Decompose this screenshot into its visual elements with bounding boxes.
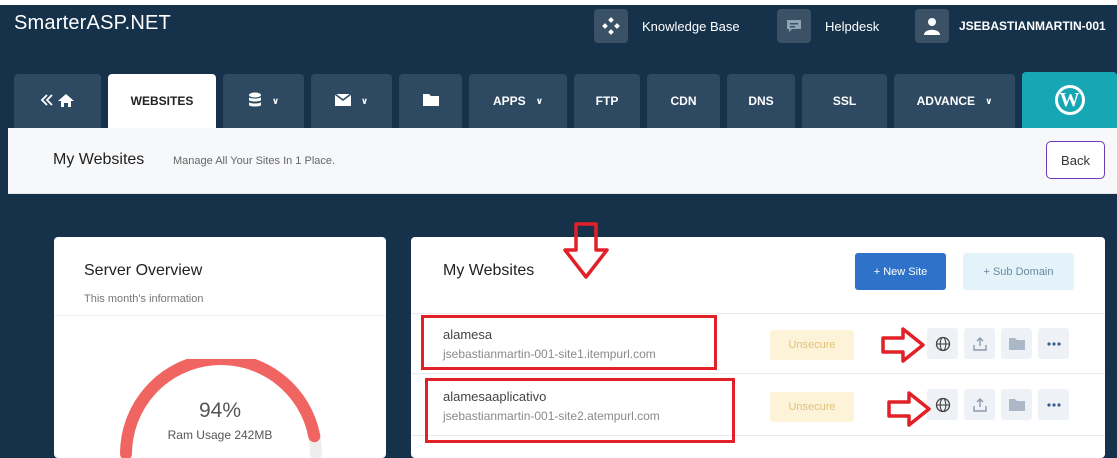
folder-icon <box>1008 399 1025 411</box>
tab-files[interactable] <box>399 74 462 128</box>
username-label: JSEBASTIANMARTIN-001 <box>959 19 1106 33</box>
page-subtitle: Manage All Your Sites In 1 Place. <box>173 155 336 167</box>
wordpress-icon: W <box>1054 85 1085 115</box>
knowledge-base-link[interactable]: Knowledge Base <box>594 8 740 44</box>
brand-logo[interactable]: SmarterASP.NET <box>14 12 171 35</box>
status-badge: Unsecure <box>770 330 854 360</box>
user-menu[interactable]: JSEBASTIANMARTIN-001 <box>915 8 1106 44</box>
tab-apps[interactable]: APPS ∨ <box>469 74 567 128</box>
divider <box>54 315 386 316</box>
chevron-down-icon: ∨ <box>985 95 993 106</box>
divider <box>411 373 1105 374</box>
server-overview-title: Server Overview <box>84 262 203 279</box>
globe-icon <box>935 336 950 351</box>
tab-wordpress[interactable]: W <box>1022 72 1117 128</box>
back-button[interactable]: Back <box>1046 141 1105 179</box>
envelope-icon <box>334 92 352 109</box>
more-icon <box>1046 402 1061 407</box>
tab-websites-label: WEBSITES <box>130 94 194 108</box>
tab-dns[interactable]: DNS <box>727 74 795 128</box>
upload-button[interactable] <box>964 389 995 420</box>
top-header: SmarterASP.NET Knowledge Base Helpdesk J… <box>0 0 1117 74</box>
tab-cdn-label: CDN <box>670 94 697 108</box>
right-arrow-annotation <box>881 327 925 363</box>
more-button[interactable] <box>1038 389 1069 420</box>
tab-ftp[interactable]: FTP <box>574 74 640 128</box>
globe-icon <box>935 397 950 412</box>
user-icon <box>915 9 949 43</box>
page-header: My Websites Manage All Your Sites In 1 P… <box>8 128 1117 194</box>
chevron-down-icon: ∨ <box>360 95 369 106</box>
more-icon <box>1046 341 1061 346</box>
right-arrow-annotation <box>887 391 931 427</box>
server-overview-subtitle: This month's information <box>84 293 204 305</box>
folder-icon <box>1008 338 1025 350</box>
chevron-down-icon: ∨ <box>271 95 280 106</box>
helpdesk-link[interactable]: Helpdesk <box>777 8 879 44</box>
annotation-box <box>425 378 735 443</box>
helpdesk-icon <box>777 9 811 43</box>
globe-button[interactable] <box>927 328 958 359</box>
upload-icon <box>972 336 987 351</box>
back-home-icon <box>40 92 76 111</box>
left-sidebar-strip <box>0 128 8 458</box>
tab-websites[interactable]: WEBSITES <box>108 74 216 128</box>
ram-usage-label: Ram Usage 242MB <box>167 428 273 442</box>
divider <box>411 313 1105 314</box>
status-badge: Unsecure <box>770 392 854 422</box>
tab-home[interactable] <box>14 74 101 128</box>
globe-button[interactable] <box>927 389 958 420</box>
folder-icon <box>422 93 439 109</box>
helpdesk-label: Helpdesk <box>825 18 880 34</box>
tab-ssl[interactable]: SSL <box>802 74 887 128</box>
chevron-down-icon: ∨ <box>535 95 543 106</box>
tab-apps-label: APPS <box>493 94 526 108</box>
tab-advance[interactable]: ADVANCE ∨ <box>894 74 1015 128</box>
tab-ssl-label: SSL <box>832 94 857 108</box>
page-title: My Websites <box>53 151 145 168</box>
upload-icon <box>972 397 987 412</box>
upload-button[interactable] <box>964 328 995 359</box>
tab-email[interactable]: ∨ <box>311 74 392 128</box>
tab-ftp-label: FTP <box>595 94 619 108</box>
sub-domain-button[interactable]: + Sub Domain <box>963 253 1074 290</box>
knowledge-base-label: Knowledge Base <box>642 18 740 34</box>
annotation-box <box>421 315 717 370</box>
main-nav: WEBSITES ∨ ∨ APPS ∨ FTP CDN DNS SSL ADVA… <box>0 72 1117 128</box>
server-overview-card: Server Overview This month's information… <box>54 237 386 458</box>
tab-dns-label: DNS <box>748 94 774 108</box>
new-site-button[interactable]: + New Site <box>855 253 946 290</box>
knowledge-base-icon <box>594 9 628 43</box>
down-arrow-annotation <box>563 222 609 279</box>
tab-databases[interactable]: ∨ <box>223 74 304 128</box>
folder-button[interactable] <box>1001 389 1032 420</box>
ram-usage-percent: 94% <box>198 399 242 422</box>
more-button[interactable] <box>1038 328 1069 359</box>
tab-cdn[interactable]: CDN <box>647 74 720 128</box>
folder-button[interactable] <box>1001 328 1032 359</box>
database-icon <box>248 92 262 111</box>
tab-advance-label: ADVANCE <box>916 94 976 108</box>
websites-title: My Websites <box>443 262 535 279</box>
top-border <box>0 0 1117 5</box>
